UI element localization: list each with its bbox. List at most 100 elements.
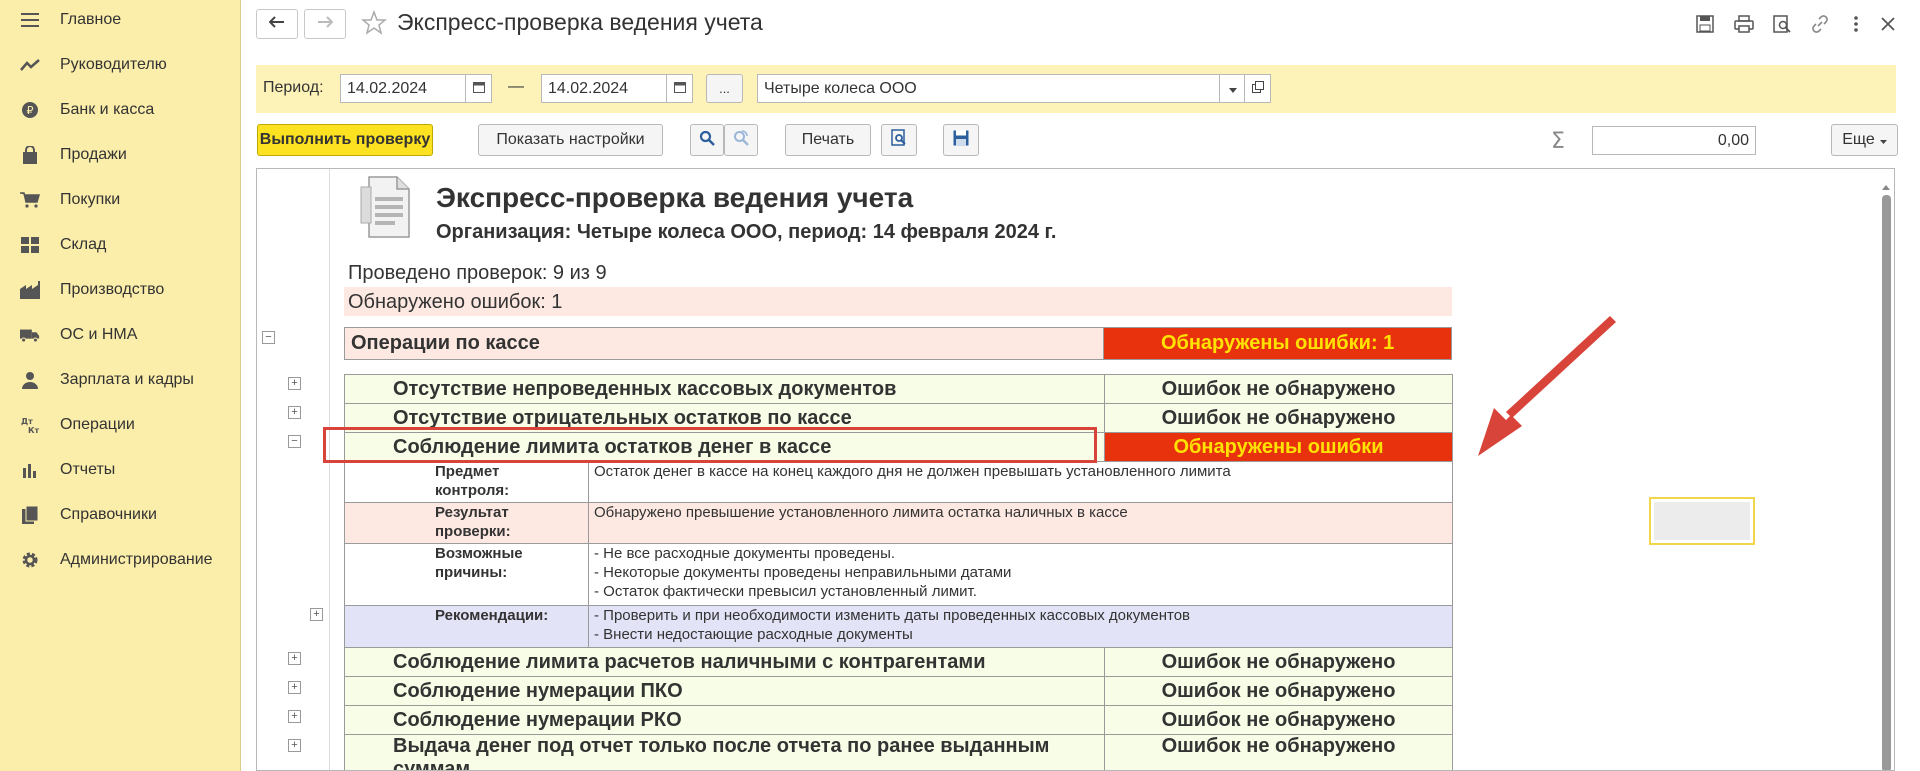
sidebar-item-purchases[interactable]: Покупки xyxy=(0,180,240,220)
table-row[interactable]: Соблюдение нумерации ПКО Ошибок не обнар… xyxy=(343,676,1454,706)
sidebar-item-label: Покупки xyxy=(60,191,121,208)
sidebar-item-salary[interactable]: Зарплата и кадры xyxy=(0,360,240,400)
search-next-icon xyxy=(733,129,749,151)
vertical-scrollbar[interactable] xyxy=(1882,195,1891,770)
svg-text:Кт: Кт xyxy=(28,426,40,435)
arrow-left-icon xyxy=(268,15,285,33)
scroll-up-icon[interactable] xyxy=(1882,177,1890,195)
warehouse-icon xyxy=(20,235,40,255)
table-row[interactable]: Соблюдение лимита расчетов наличными с к… xyxy=(343,647,1454,677)
report-document-icon xyxy=(357,175,415,246)
more-button[interactable]: Еще xyxy=(1831,124,1898,156)
svg-text:Дт: Дт xyxy=(21,417,33,426)
run-check-button[interactable]: Выполнить проверку xyxy=(257,124,433,156)
result-value: Обнаружено превышение установленного лим… xyxy=(587,502,1454,544)
causes-label: Возможные причины: xyxy=(344,543,589,606)
expand-row-toggle[interactable]: + xyxy=(288,681,301,694)
find-next-button[interactable] xyxy=(724,124,758,156)
period-select-button[interactable]: ... xyxy=(706,74,743,103)
checks-done-text: Проведено проверок: 9 из 9 xyxy=(348,262,607,284)
save-button[interactable] xyxy=(943,124,979,156)
collapse-group-toggle[interactable]: − xyxy=(262,331,275,344)
recommend-item: - Внести недостающие расходные документы xyxy=(594,626,913,643)
sum-field[interactable]: 0,00 xyxy=(1592,126,1756,155)
sidebar: Главное Руководителю ₽ Банк и касса Прод… xyxy=(0,0,241,771)
show-settings-button[interactable]: Показать настройки xyxy=(478,124,663,156)
highlight-box xyxy=(323,427,1097,463)
detail-row: Рекомендации: - Проверить и при необходи… xyxy=(344,605,1454,648)
errors-found-text: Обнаружено ошибок: 1 xyxy=(348,291,563,313)
gear-icon xyxy=(20,550,40,570)
sidebar-item-label: Руководителю xyxy=(60,56,167,73)
preview-button[interactable] xyxy=(881,124,917,156)
group-header-table: Операции по кассе Обнаружены ошибки: 1 xyxy=(343,327,1452,360)
sidebar-item-reports[interactable]: Отчеты xyxy=(0,450,240,490)
sidebar-item-manager[interactable]: Руководителю xyxy=(0,45,240,85)
expand-row-toggle[interactable]: + xyxy=(288,710,301,723)
check-status: Ошибок не обнаружено xyxy=(1104,676,1454,706)
sidebar-item-label: Отчеты xyxy=(60,461,116,478)
calendar-to-button[interactable] xyxy=(666,74,693,103)
preview-icon[interactable] xyxy=(1771,13,1793,35)
date-to-input[interactable]: 14.02.2024 xyxy=(541,74,668,103)
expand-row-toggle[interactable]: + xyxy=(288,652,301,665)
expand-row-toggle[interactable]: + xyxy=(288,377,301,390)
more-vertical-icon[interactable] xyxy=(1845,13,1867,35)
organization-input[interactable]: Четыре колеса ООО xyxy=(757,74,1221,103)
person-icon xyxy=(20,370,40,390)
organization-dropdown-button[interactable] xyxy=(1219,74,1246,103)
expand-row-toggle[interactable]: + xyxy=(288,406,301,419)
ruble-coin-icon: ₽ xyxy=(20,100,40,120)
sidebar-item-warehouse[interactable]: Склад xyxy=(0,225,240,265)
selection-cell[interactable] xyxy=(1649,497,1755,545)
report-subtitle: Организация: Четыре колеса ООО, период: … xyxy=(436,221,1057,243)
find-button[interactable] xyxy=(690,124,724,156)
sidebar-item-operations[interactable]: Дт Кт Операции xyxy=(0,405,240,445)
sidebar-item-catalogs[interactable]: Справочники xyxy=(0,495,240,535)
sidebar-item-label: Зарплата и кадры xyxy=(60,371,194,388)
cause-item: - Остаток фактически превысил установлен… xyxy=(594,583,977,600)
collapse-row-toggle[interactable]: − xyxy=(288,435,301,448)
back-button[interactable] xyxy=(256,9,298,39)
recommend-value: - Проверить и при необходимости изменить… xyxy=(587,605,1454,648)
forward-button[interactable] xyxy=(304,9,346,39)
check-name: Соблюдение нумерации ПКО xyxy=(343,676,1106,706)
subject-label: Предмет контроля: xyxy=(344,461,589,503)
open-window-icon xyxy=(1251,80,1264,98)
sidebar-item-label: Главное xyxy=(60,11,122,28)
sidebar-item-sales[interactable]: Продажи xyxy=(0,135,240,175)
menu-icon xyxy=(20,10,40,30)
check-status: Ошибок не обнаружено xyxy=(1104,374,1454,404)
recommend-label: Рекомендации: xyxy=(344,605,589,648)
sidebar-item-admin[interactable]: Администрирование xyxy=(0,540,240,580)
expand-row-toggle[interactable]: + xyxy=(288,739,301,752)
cause-item: - Не все расходные документы проведены. xyxy=(594,545,896,562)
table-row[interactable]: Выдача денег под отчет только после отче… xyxy=(343,734,1454,770)
close-icon[interactable] xyxy=(1877,13,1899,35)
sidebar-item-main[interactable]: Главное xyxy=(0,0,240,40)
preview-icon xyxy=(891,128,907,152)
link-icon[interactable] xyxy=(1809,13,1831,35)
save-icon[interactable] xyxy=(1694,13,1716,35)
check-status: Ошибок не обнаружено xyxy=(1104,705,1454,735)
sidebar-item-label: ОС и НМА xyxy=(60,326,138,343)
expand-row-toggle[interactable]: + xyxy=(310,608,323,621)
calendar-from-button[interactable] xyxy=(465,74,492,103)
sidebar-item-fixed-assets[interactable]: ОС и НМА xyxy=(0,315,240,355)
table-row[interactable]: Соблюдение нумерации РКО Ошибок не обнар… xyxy=(343,705,1454,735)
print-icon[interactable] xyxy=(1733,13,1755,35)
print-button[interactable]: Печать xyxy=(785,124,871,156)
causes-value: - Не все расходные документы проведены. … xyxy=(587,543,1454,606)
table-row[interactable]: Отсутствие непроведенных кассовых докуме… xyxy=(343,374,1454,404)
organization-open-button[interactable] xyxy=(1244,74,1271,103)
sidebar-item-bank[interactable]: ₽ Банк и касса xyxy=(0,90,240,130)
sidebar-item-label: Операции xyxy=(60,416,135,433)
check-status: Ошибок не обнаружено xyxy=(1104,734,1454,770)
group-status: Обнаружены ошибки: 1 xyxy=(1103,327,1452,360)
more-label: Еще xyxy=(1842,131,1875,148)
sidebar-item-production[interactable]: Производство xyxy=(0,270,240,310)
sum-icon: Σ xyxy=(1551,129,1565,154)
date-from-input[interactable]: 14.02.2024 xyxy=(340,74,467,103)
detail-row: Результат проверки: Обнаружено превышени… xyxy=(344,502,1454,544)
favorite-star-icon[interactable] xyxy=(360,9,388,41)
